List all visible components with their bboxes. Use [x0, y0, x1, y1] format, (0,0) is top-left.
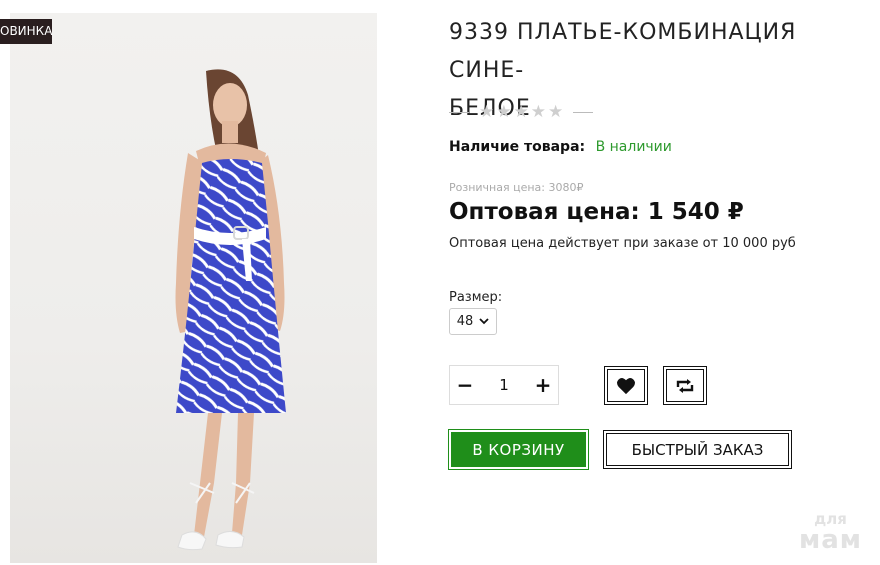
compare-icon [676, 378, 694, 393]
product-title-line1: 9339 ПЛАТЬЕ-КОМБИНАЦИЯ СИНЕ- [449, 20, 797, 83]
product-photo[interactable] [10, 13, 377, 563]
increase-button[interactable]: + [528, 373, 558, 397]
add-to-cart-button[interactable]: В КОРЗИНУ [448, 429, 589, 470]
wishlist-button[interactable] [604, 366, 648, 405]
quantity-stepper[interactable]: − 1 + [449, 365, 559, 405]
star-icon[interactable]: ★ [514, 102, 529, 122]
chevron-down-icon [479, 318, 489, 325]
star-icon[interactable]: ★ [531, 102, 546, 122]
watermark-line2: мам [798, 525, 863, 555]
availability: Наличие товара: В наличии [449, 139, 672, 155]
watermark-logo: для мам [793, 512, 868, 555]
dress-model-image [175, 69, 286, 551]
quick-order-button[interactable]: БЫСТРЫЙ ЗАКАЗ [603, 430, 792, 469]
new-badge: ОВИНКА [0, 19, 52, 44]
decrease-button[interactable]: − [450, 373, 480, 397]
star-icon[interactable]: ★ [496, 102, 511, 122]
rating-divider-left [449, 111, 469, 113]
quick-order-label: БЫСТРЫЙ ЗАКАЗ [631, 440, 764, 459]
retail-price: Розничная цена: 3080₽ [449, 181, 584, 194]
rating[interactable]: ★ ★ ★ ★ ★ [449, 102, 594, 122]
compare-button[interactable] [663, 366, 707, 405]
quantity-input[interactable]: 1 [480, 376, 528, 394]
size-label: Размер: [449, 290, 503, 305]
size-value: 48 [456, 314, 474, 329]
availability-value: В наличии [595, 139, 672, 155]
size-select[interactable]: 48 [449, 308, 497, 335]
rating-stars[interactable]: ★ ★ ★ ★ ★ [479, 102, 563, 122]
star-icon[interactable]: ★ [479, 102, 494, 122]
availability-label: Наличие товара: [449, 139, 586, 155]
wholesale-note: Оптовая цена действует при заказе от 10 … [449, 236, 796, 251]
heart-icon [617, 377, 635, 394]
star-icon[interactable]: ★ [548, 102, 563, 122]
wholesale-price: Оптовая цена: 1 540 ₽ [449, 199, 744, 225]
rating-divider-right [573, 111, 594, 113]
